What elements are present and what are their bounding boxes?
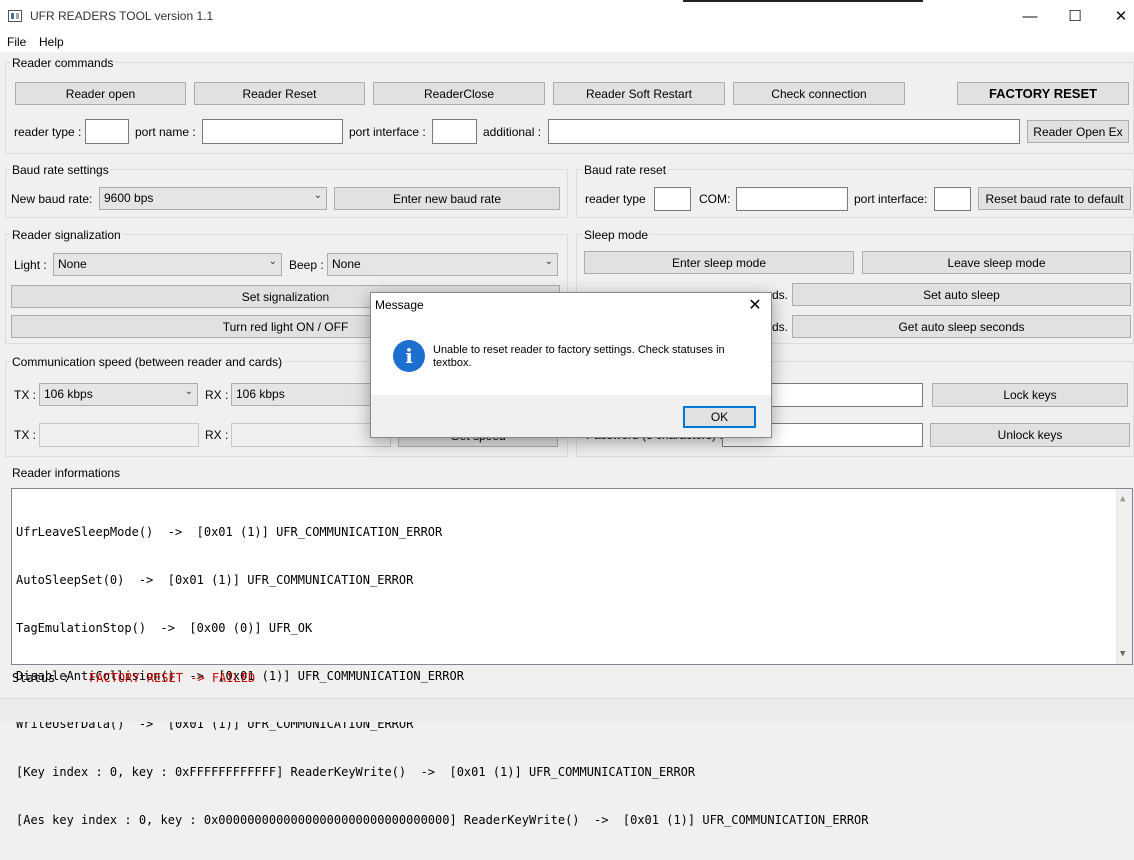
- port-interface-label: port interface :: [349, 125, 426, 139]
- status-value: FACTORY RESET -> FAILED: [89, 671, 256, 685]
- menu-bar: [0, 32, 1134, 52]
- reader-type-input[interactable]: [85, 119, 129, 144]
- get-auto-sleep-seconds-button[interactable]: Get auto sleep seconds: [792, 315, 1131, 338]
- window-edge-strip: [683, 0, 923, 2]
- beep-value: None: [332, 257, 361, 271]
- ok-button[interactable]: OK: [683, 406, 756, 428]
- reader-informations-title: Reader informations: [10, 466, 123, 480]
- check-connection-button[interactable]: Check connection: [733, 82, 905, 105]
- seconds-label-1: ds.: [772, 288, 789, 302]
- beep-label: Beep :: [289, 258, 324, 272]
- com-label: COM:: [699, 192, 731, 206]
- additional-input[interactable]: [548, 119, 1020, 144]
- lock-keys-button[interactable]: Lock keys: [932, 383, 1128, 407]
- additional-label: additional :: [483, 125, 542, 139]
- tx-speed-readout: [39, 423, 199, 447]
- set-auto-sleep-button[interactable]: Set auto sleep: [792, 283, 1131, 306]
- close-icon[interactable]: ✕: [1098, 0, 1134, 32]
- minimize-icon[interactable]: —: [1007, 0, 1053, 32]
- baud-reset-reader-type-input[interactable]: [654, 187, 691, 211]
- maximize-icon[interactable]: ☐: [1052, 0, 1098, 32]
- rx-label: RX :: [205, 388, 229, 402]
- chevron-down-icon: ⌄: [313, 190, 322, 201]
- bottom-bar: [0, 698, 1134, 722]
- log-line: AutoSleepSet(0) -> [0x01 (1)] UFR_COMMUN…: [16, 573, 414, 587]
- port-interface-input[interactable]: [432, 119, 477, 144]
- log-line: [Key index : 0, key : 0xFFFFFFFFFFFF] Re…: [16, 765, 696, 779]
- seconds-label-2: ds.: [772, 320, 789, 334]
- reader-info-textbox[interactable]: UfrLeaveSleepMode() -> [0x01 (1)] UFR_CO…: [11, 488, 1133, 827]
- baud-reset-port-interface-label: port interface:: [854, 192, 928, 206]
- factory-reset-button[interactable]: FACTORY RESET: [957, 82, 1129, 105]
- enter-new-baud-rate-button[interactable]: Enter new baud rate: [334, 187, 560, 210]
- tx-speed-value: 106 kbps: [44, 387, 93, 401]
- rx-speed-readout: [231, 423, 391, 447]
- reader-type-label: reader type :: [14, 125, 82, 139]
- chevron-down-icon: ⌄: [184, 386, 193, 397]
- communication-speed-title: Communication speed (between reader and …: [10, 355, 285, 369]
- log-line: UfrLeaveSleepMode() -> [0x01 (1)] UFR_CO…: [16, 525, 443, 539]
- reader-open-button[interactable]: Reader open: [15, 82, 186, 105]
- log-line: TagEmulationStop() -> [0x00 (0)] UFR_OK: [16, 621, 313, 635]
- tx-label-2: TX :: [14, 428, 37, 442]
- dialog-close-icon[interactable]: ✕: [743, 294, 767, 316]
- light-select[interactable]: None ⌄: [53, 253, 282, 276]
- reader-commands-title: Reader commands: [10, 56, 116, 70]
- rx-label-2: RX :: [205, 428, 229, 442]
- reader-open-ex-button[interactable]: Reader Open Ex: [1027, 120, 1129, 143]
- light-value: None: [58, 257, 87, 271]
- reader-soft-restart-button[interactable]: Reader Soft Restart: [553, 82, 725, 105]
- baud-rate-value: 9600 bps: [104, 191, 154, 205]
- new-baud-rate-label: New baud rate:: [11, 192, 93, 206]
- port-name-input[interactable]: [202, 119, 343, 144]
- log-line: [Aes key index : 0, key : 0x000000000000…: [16, 813, 869, 827]
- scroll-down-icon[interactable]: ▼: [1120, 646, 1125, 662]
- beep-select[interactable]: None ⌄: [327, 253, 558, 276]
- leave-sleep-mode-button[interactable]: Leave sleep mode: [862, 251, 1131, 274]
- menu-help[interactable]: Help: [39, 35, 64, 49]
- scroll-up-icon[interactable]: ▲: [1120, 491, 1125, 507]
- reset-baud-rate-button[interactable]: Reset baud rate to default: [978, 187, 1131, 210]
- reader-signalization-title: Reader signalization: [10, 228, 123, 242]
- dialog-title: Message: [375, 298, 424, 312]
- reader-reset-button[interactable]: Reader Reset: [194, 82, 365, 105]
- tx-speed-select[interactable]: 106 kbps ⌄: [39, 383, 198, 406]
- baud-rate-reset-title: Baud rate reset: [582, 163, 669, 177]
- unlock-keys-button[interactable]: Unlock keys: [930, 423, 1130, 447]
- tx-label: TX :: [14, 388, 37, 402]
- baud-reset-port-interface-input[interactable]: [934, 187, 971, 211]
- enter-sleep-mode-button[interactable]: Enter sleep mode: [584, 251, 854, 274]
- reader-close-button[interactable]: ReaderClose: [373, 82, 545, 105]
- info-icon: i: [393, 340, 425, 372]
- menu-file[interactable]: File: [7, 35, 26, 49]
- status-label: Status :: [12, 671, 70, 685]
- message-dialog: Message ✕ i Unable to reset reader to fa…: [370, 292, 772, 438]
- textbox-scrollbar[interactable]: ▲ ▼: [1116, 489, 1132, 664]
- baud-rate-settings-title: Baud rate settings: [10, 163, 111, 177]
- rx-speed-value: 106 kbps: [236, 387, 285, 401]
- dialog-message: Unable to reset reader to factory settin…: [433, 344, 725, 369]
- baud-rate-select[interactable]: 9600 bps ⌄: [99, 187, 327, 210]
- chevron-down-icon: ⌄: [544, 256, 553, 267]
- rx-speed-select[interactable]: 106 kbps ⌄: [231, 383, 391, 406]
- com-input[interactable]: [736, 187, 848, 211]
- port-name-label: port name :: [135, 125, 196, 139]
- app-icon: [8, 10, 22, 22]
- chevron-down-icon: ⌄: [268, 256, 277, 267]
- sleep-mode-title: Sleep mode: [582, 228, 651, 242]
- baud-reset-reader-type-label: reader type: [585, 192, 646, 206]
- light-label: Light :: [14, 258, 47, 272]
- window-title: UFR READERS TOOL version 1.1: [30, 9, 214, 23]
